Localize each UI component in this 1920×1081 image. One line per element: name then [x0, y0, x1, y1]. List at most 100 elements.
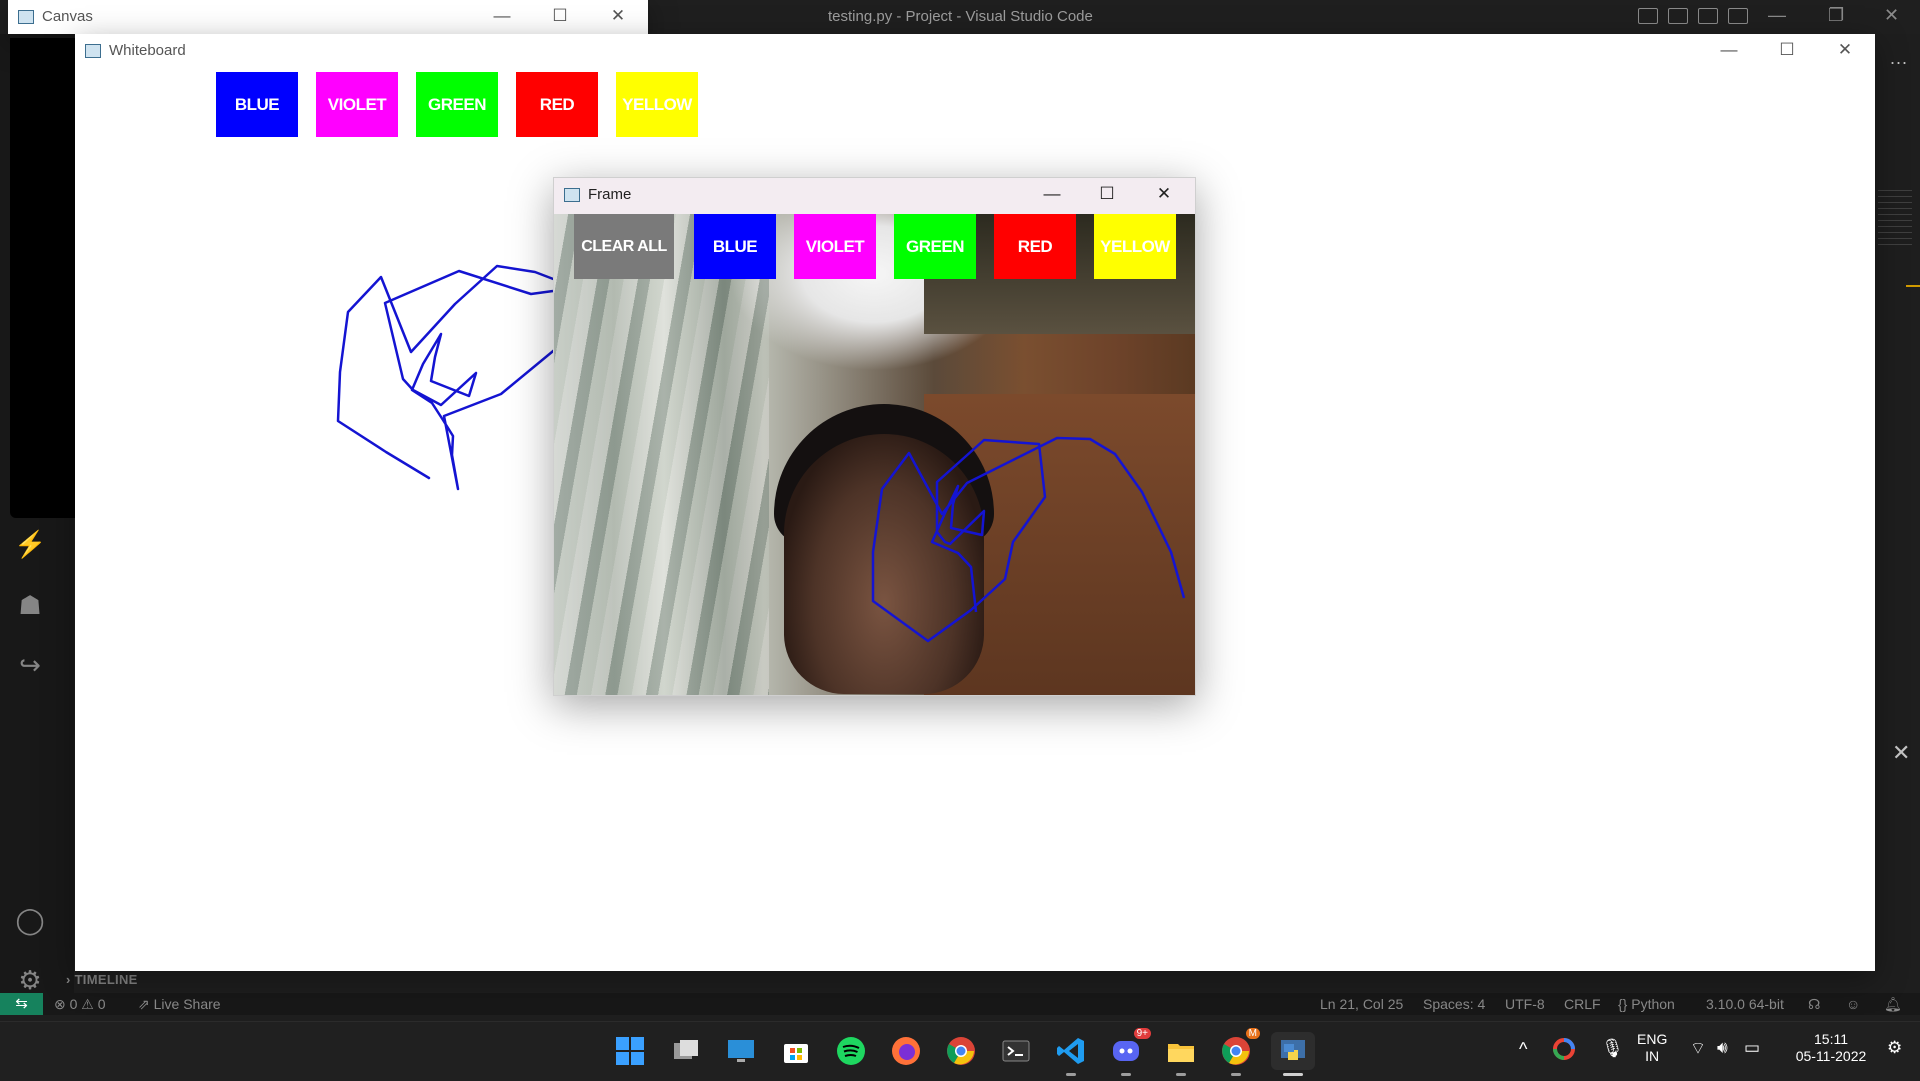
task-view-icon[interactable]: [667, 1032, 705, 1070]
frame-titlebar[interactable]: Frame — ☐ ✕: [554, 178, 1195, 214]
frame-minimize-icon[interactable]: —: [1042, 182, 1062, 206]
store-icon[interactable]: [777, 1032, 815, 1070]
firefox-icon[interactable]: [887, 1032, 925, 1070]
panel-close-icon[interactable]: ✕: [1892, 740, 1910, 766]
chrome-icon[interactable]: [942, 1032, 980, 1070]
vscode-window-title: testing.py - Project - Visual Studio Cod…: [828, 8, 1093, 25]
wb-color-button-green[interactable]: GREEN: [416, 72, 498, 137]
status-bar: ⇆ ⊗ 0 ⚠ 0 ⇗ Live Share Ln 21, Col 25 Spa…: [0, 993, 1920, 1015]
indentation[interactable]: Spaces: 4: [1423, 996, 1485, 1012]
frame-color-button-blue[interactable]: BLUE: [694, 214, 776, 279]
timeline-section[interactable]: › TIMELINE: [66, 972, 138, 987]
chevron-right-icon: ›: [66, 972, 71, 987]
whiteboard-title: Whiteboard: [109, 42, 186, 59]
running-indicator: [1231, 1073, 1241, 1076]
canvas-close-icon[interactable]: ✕: [608, 4, 628, 28]
chrome-profile-icon[interactable]: M: [1217, 1028, 1260, 1076]
terminal-icon[interactable]: [997, 1032, 1035, 1070]
lightning-icon[interactable]: ⚡: [14, 528, 46, 560]
canvas-title: Canvas: [42, 8, 93, 25]
wb-color-button-blue[interactable]: BLUE: [216, 72, 298, 137]
encoding[interactable]: UTF-8: [1505, 996, 1545, 1012]
frame-color-button-violet[interactable]: VIOLET: [794, 214, 876, 279]
vscode-minimize-icon[interactable]: —: [1768, 5, 1786, 26]
live-share-label: Live Share: [153, 996, 221, 1012]
clock[interactable]: 15:11 05-11-2022: [1791, 1031, 1871, 1065]
active-indicator: [1283, 1073, 1303, 1076]
app-window-icon: [18, 10, 34, 24]
wifi-icon[interactable]: ⌔: [1690, 1038, 1706, 1059]
wb-color-button-violet[interactable]: VIOLET: [316, 72, 398, 137]
file-explorer-icon[interactable]: [1162, 1032, 1200, 1076]
frame-color-button-yellow[interactable]: YELLOW: [1094, 214, 1176, 279]
notification-center-icon[interactable]: ⚙: [1887, 1038, 1902, 1058]
minimap: ... ✕: [1876, 40, 1920, 1010]
robot-icon[interactable]: ☗: [14, 589, 46, 621]
canvas-maximize-icon[interactable]: ☐: [550, 4, 570, 28]
language-line1: ENG: [1637, 1031, 1668, 1047]
spotify-icon[interactable]: [832, 1032, 870, 1070]
chrome-profile-badge: M: [1245, 1028, 1260, 1039]
wb-color-button-red[interactable]: RED: [516, 72, 598, 137]
frame-maximize-icon[interactable]: ☐: [1097, 182, 1117, 206]
live-share-status[interactable]: ⇗ Live Share: [138, 996, 221, 1013]
remote-indicator-icon[interactable]: ⇆: [0, 993, 43, 1015]
python-icon[interactable]: [1271, 1032, 1315, 1076]
language-mode[interactable]: {} Python: [1618, 996, 1675, 1012]
frame-clear-all-button[interactable]: CLEAR ALL: [574, 214, 674, 279]
more-actions-icon[interactable]: ...: [1890, 48, 1908, 69]
problems-indicator[interactable]: ⊗ 0 ⚠ 0: [54, 996, 106, 1013]
microphone-icon[interactable]: 🎙︎: [1601, 1038, 1624, 1059]
python-interpreter[interactable]: 3.10.0 64-bit: [1706, 996, 1784, 1012]
live-share-icon[interactable]: ↪: [14, 649, 46, 681]
running-indicator: [1121, 1073, 1131, 1076]
toggle-sidebar-icon[interactable]: [1638, 8, 1658, 24]
language-indicator[interactable]: ENG IN: [1637, 1031, 1667, 1065]
frame-color-button-red[interactable]: RED: [994, 214, 1076, 279]
desktop-icon[interactable]: [722, 1032, 760, 1070]
chevron-up-icon[interactable]: ^: [1519, 1039, 1527, 1060]
braces-icon: {}: [1618, 996, 1628, 1012]
whiteboard-maximize-icon[interactable]: ☐: [1777, 38, 1797, 62]
google-drive-icon[interactable]: [1553, 1038, 1575, 1063]
layout-controls: [1638, 8, 1748, 24]
vscode-icon[interactable]: [1052, 1032, 1090, 1076]
volume-icon[interactable]: 🔊︎: [1717, 1038, 1728, 1058]
canvas-titlebar[interactable]: Canvas — ☐ ✕: [8, 0, 648, 34]
whiteboard-minimize-icon[interactable]: —: [1719, 38, 1739, 62]
account-icon[interactable]: ◯: [14, 904, 46, 936]
battery-icon[interactable]: ▭: [1744, 1038, 1760, 1058]
frame-color-button-green[interactable]: GREEN: [894, 214, 976, 279]
vscode-close-icon[interactable]: ✕: [1884, 5, 1899, 26]
minimap-lines: [1878, 190, 1912, 250]
notifications-bell-icon[interactable]: 🔔︎: [1884, 996, 1902, 1013]
frame-title: Frame: [588, 186, 632, 203]
customize-layout-icon[interactable]: [1728, 8, 1748, 24]
curtain-background: [554, 214, 769, 695]
discord-icon[interactable]: 9+: [1107, 1028, 1151, 1076]
person-face: [784, 434, 984, 694]
canvas-minimize-icon[interactable]: —: [492, 4, 512, 28]
whiteboard-close-icon[interactable]: ✕: [1835, 38, 1855, 62]
cursor-position[interactable]: Ln 21, Col 25: [1320, 996, 1403, 1012]
frame-close-icon[interactable]: ✕: [1154, 182, 1174, 206]
app-window-icon: [564, 188, 580, 202]
running-indicator: [1066, 1073, 1076, 1076]
settings-gear-icon[interactable]: ⚙: [14, 964, 46, 996]
live-share-small-icon: ⇗: [138, 996, 150, 1012]
terminal-panel: [10, 38, 76, 518]
line-ending[interactable]: CRLF: [1564, 996, 1601, 1012]
start-icon[interactable]: [611, 1032, 649, 1070]
toggle-secondary-sidebar-icon[interactable]: [1698, 8, 1718, 24]
copilot-icon[interactable]: ☊: [1808, 996, 1820, 1013]
feedback-icon[interactable]: ☺: [1846, 996, 1860, 1012]
wb-color-button-yellow[interactable]: YELLOW: [616, 72, 698, 137]
toggle-panel-icon[interactable]: [1668, 8, 1688, 24]
camera-feed: CLEAR ALL BLUE VIOLET GREEN RED YELLOW: [554, 214, 1195, 695]
clock-date: 05-11-2022: [1795, 1048, 1867, 1064]
app-window-icon: [85, 44, 101, 58]
running-indicator: [1176, 1073, 1186, 1076]
vscode-restore-icon[interactable]: ❐: [1828, 5, 1844, 26]
whiteboard-titlebar[interactable]: Whiteboard — ☐ ✕: [75, 34, 1875, 68]
canvas-window: Canvas — ☐ ✕: [8, 0, 648, 34]
